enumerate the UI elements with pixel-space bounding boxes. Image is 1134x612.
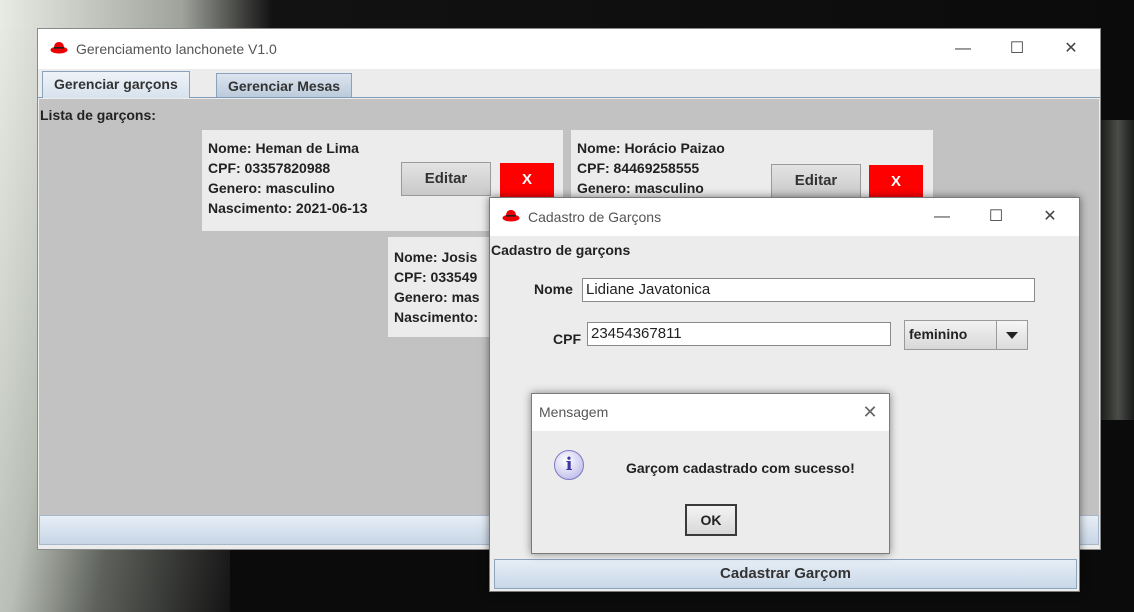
genero-selected-value: feminino bbox=[909, 326, 968, 342]
waiter-cpf: CPF: 033549 bbox=[394, 269, 478, 285]
redhat-logo-icon bbox=[502, 210, 520, 222]
edit-button[interactable]: Editar bbox=[771, 164, 861, 198]
edit-button[interactable]: Editar bbox=[401, 162, 491, 196]
tab-gerenciar-garcons[interactable]: Gerenciar garçons bbox=[42, 71, 190, 98]
waiter-name: Nome: Heman de Lima bbox=[208, 140, 359, 156]
genero-select[interactable]: feminino bbox=[904, 320, 1028, 350]
maximize-button[interactable]: ☐ bbox=[973, 205, 1019, 229]
delete-button[interactable]: X bbox=[500, 163, 554, 197]
list-title: Lista de garçons: bbox=[40, 107, 156, 123]
main-titlebar[interactable]: Gerenciamento lanchonete V1.0 — ☐ ✕ bbox=[38, 29, 1100, 69]
main-window-title: Gerenciamento lanchonete V1.0 bbox=[76, 41, 277, 57]
chevron-down-icon[interactable] bbox=[996, 321, 1027, 349]
cpf-label: CPF bbox=[553, 331, 581, 347]
cadastro-heading: Cadastro de garçons bbox=[491, 242, 631, 258]
waiter-card: Nome: Horácio Paizao CPF: 84469258555 Ge… bbox=[571, 130, 933, 200]
delete-button[interactable]: X bbox=[869, 165, 923, 199]
waiter-name: Nome: Josis bbox=[394, 249, 478, 265]
close-button[interactable]: ✕ bbox=[1027, 205, 1073, 229]
close-button[interactable]: ✕ bbox=[1048, 37, 1094, 61]
desktop-wallpaper-top bbox=[0, 0, 1134, 30]
waiter-genero: Genero: masculino bbox=[208, 180, 335, 196]
cadastro-dialog-title: Cadastro de Garçons bbox=[528, 209, 662, 225]
waiter-genero: Genero: masculino bbox=[577, 180, 704, 196]
redhat-logo-icon bbox=[50, 42, 68, 54]
message-text: Garçom cadastrado com sucesso! bbox=[626, 460, 855, 476]
minimize-button[interactable]: — bbox=[940, 37, 986, 61]
tab-gerenciar-mesas[interactable]: Gerenciar Mesas bbox=[216, 73, 353, 97]
nome-input[interactable]: Lidiane Javatonica bbox=[582, 278, 1035, 302]
cpf-input[interactable]: 23454367811 bbox=[587, 322, 891, 346]
waiter-cpf: CPF: 03357820988 bbox=[208, 160, 331, 176]
maximize-button[interactable]: ☐ bbox=[994, 37, 1040, 61]
ok-button[interactable]: OK bbox=[685, 504, 737, 536]
waiter-nascimento: Nascimento: bbox=[394, 309, 479, 325]
message-dialog-title: Mensagem bbox=[539, 404, 609, 420]
info-icon: i bbox=[554, 450, 584, 480]
cadastrar-garcom-button[interactable]: Cadastrar Garçom bbox=[494, 559, 1077, 589]
tab-bar: Gerenciar garçons Gerenciar Mesas bbox=[38, 69, 1100, 98]
waiter-nascimento: Nascimento: 2021-06-13 bbox=[208, 200, 368, 216]
message-titlebar[interactable]: Mensagem ✕ bbox=[532, 394, 889, 431]
nome-label: Nome bbox=[534, 281, 573, 297]
waiter-genero: Genero: mas bbox=[394, 289, 480, 305]
close-button[interactable]: ✕ bbox=[857, 400, 883, 424]
waiter-name: Nome: Horácio Paizao bbox=[577, 140, 725, 156]
minimize-button[interactable]: — bbox=[919, 205, 965, 229]
message-dialog: Mensagem ✕ i Garçom cadastrado com suces… bbox=[531, 393, 890, 554]
waiter-cpf: CPF: 84469258555 bbox=[577, 160, 700, 176]
cadastro-titlebar[interactable]: Cadastro de Garçons — ☐ ✕ bbox=[490, 198, 1079, 236]
